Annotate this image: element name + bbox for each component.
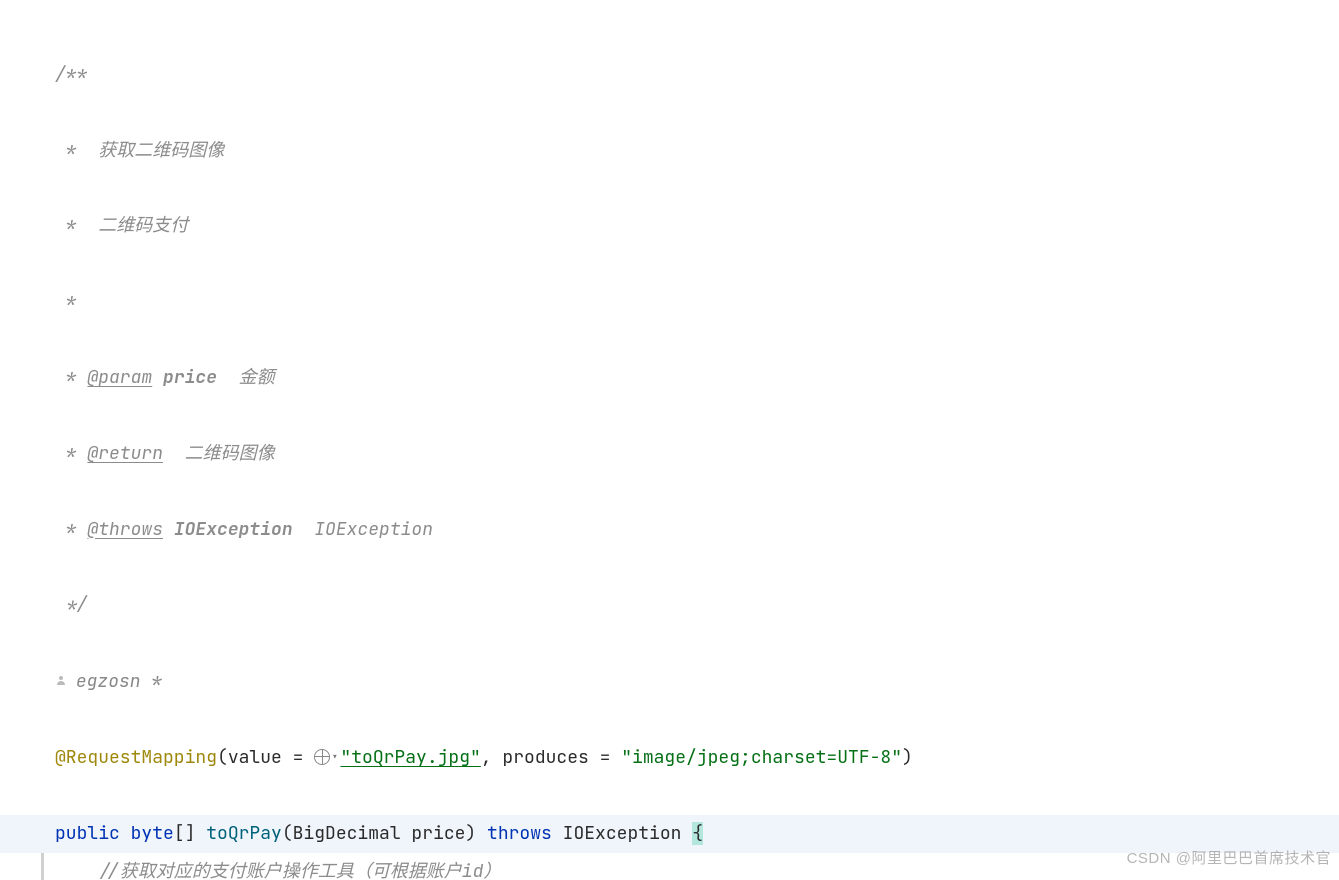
- javadoc-line: * 获取二维码图像: [55, 139, 224, 162]
- javadoc-return-desc: 二维码图像: [163, 442, 275, 465]
- keyword-throws: throws: [487, 822, 563, 845]
- line-comment: //获取对应的支付账户操作工具（可根据账户id）: [98, 860, 501, 880]
- code-line: * @return 二维码图像: [55, 435, 1339, 473]
- type-byte: byte: [131, 822, 174, 845]
- annotation-value-string: "toQrPay.jpg": [340, 746, 480, 769]
- javadoc-param-tag: @param: [87, 366, 152, 389]
- code-line: * 获取二维码图像: [55, 132, 1339, 170]
- code-line: /**: [55, 56, 1339, 94]
- code-line: * @param price 金额: [55, 359, 1339, 397]
- code-line: *: [55, 283, 1339, 321]
- keyword-public: public: [55, 822, 131, 845]
- annotation-produces-string: "image/jpeg;charset=UTF-8": [621, 746, 902, 769]
- author-name: egzosn *: [76, 670, 162, 693]
- javadoc-param-desc: 金额: [228, 366, 275, 389]
- javadoc-close: */: [55, 593, 87, 616]
- javadoc-open: /**: [55, 63, 87, 86]
- javadoc-line: * 二维码支付: [55, 214, 188, 237]
- type-ioexception: IOException: [563, 822, 693, 845]
- chevron-down-icon[interactable]: ▾: [331, 745, 338, 770]
- code-line: * 二维码支付: [55, 207, 1339, 245]
- javadoc-return-tag: @return: [87, 442, 163, 465]
- watermark: CSDN @阿里巴巴首席技术官: [1127, 843, 1331, 875]
- brace-open: {: [692, 822, 703, 845]
- globe-icon[interactable]: [314, 749, 330, 765]
- user-icon: [55, 662, 65, 700]
- javadoc-throws-type: IOException: [163, 518, 303, 541]
- javadoc-param-name: price: [152, 366, 228, 389]
- javadoc-throws-desc: IOException: [303, 518, 433, 541]
- javadoc-throws-tag: @throws: [87, 518, 163, 541]
- annotation-name: @RequestMapping: [55, 746, 217, 769]
- code-line: @RequestMapping(value = ▾"toQrPay.jpg", …: [55, 739, 1339, 777]
- code-line: * @throws IOException IOException: [55, 511, 1339, 549]
- javadoc-line: *: [55, 290, 77, 313]
- annotation-value-key: value =: [228, 746, 314, 769]
- fold-gutter[interactable]: [41, 853, 44, 880]
- method-name: toQrPay: [206, 822, 282, 845]
- code-editor[interactable]: /** * 获取二维码图像 * 二维码支付 * * @param price 金…: [0, 0, 1339, 880]
- author-annotation: egzosn *: [55, 662, 1339, 701]
- code-line: */: [55, 586, 1339, 624]
- annotation-produces-key: , produces =: [481, 746, 621, 769]
